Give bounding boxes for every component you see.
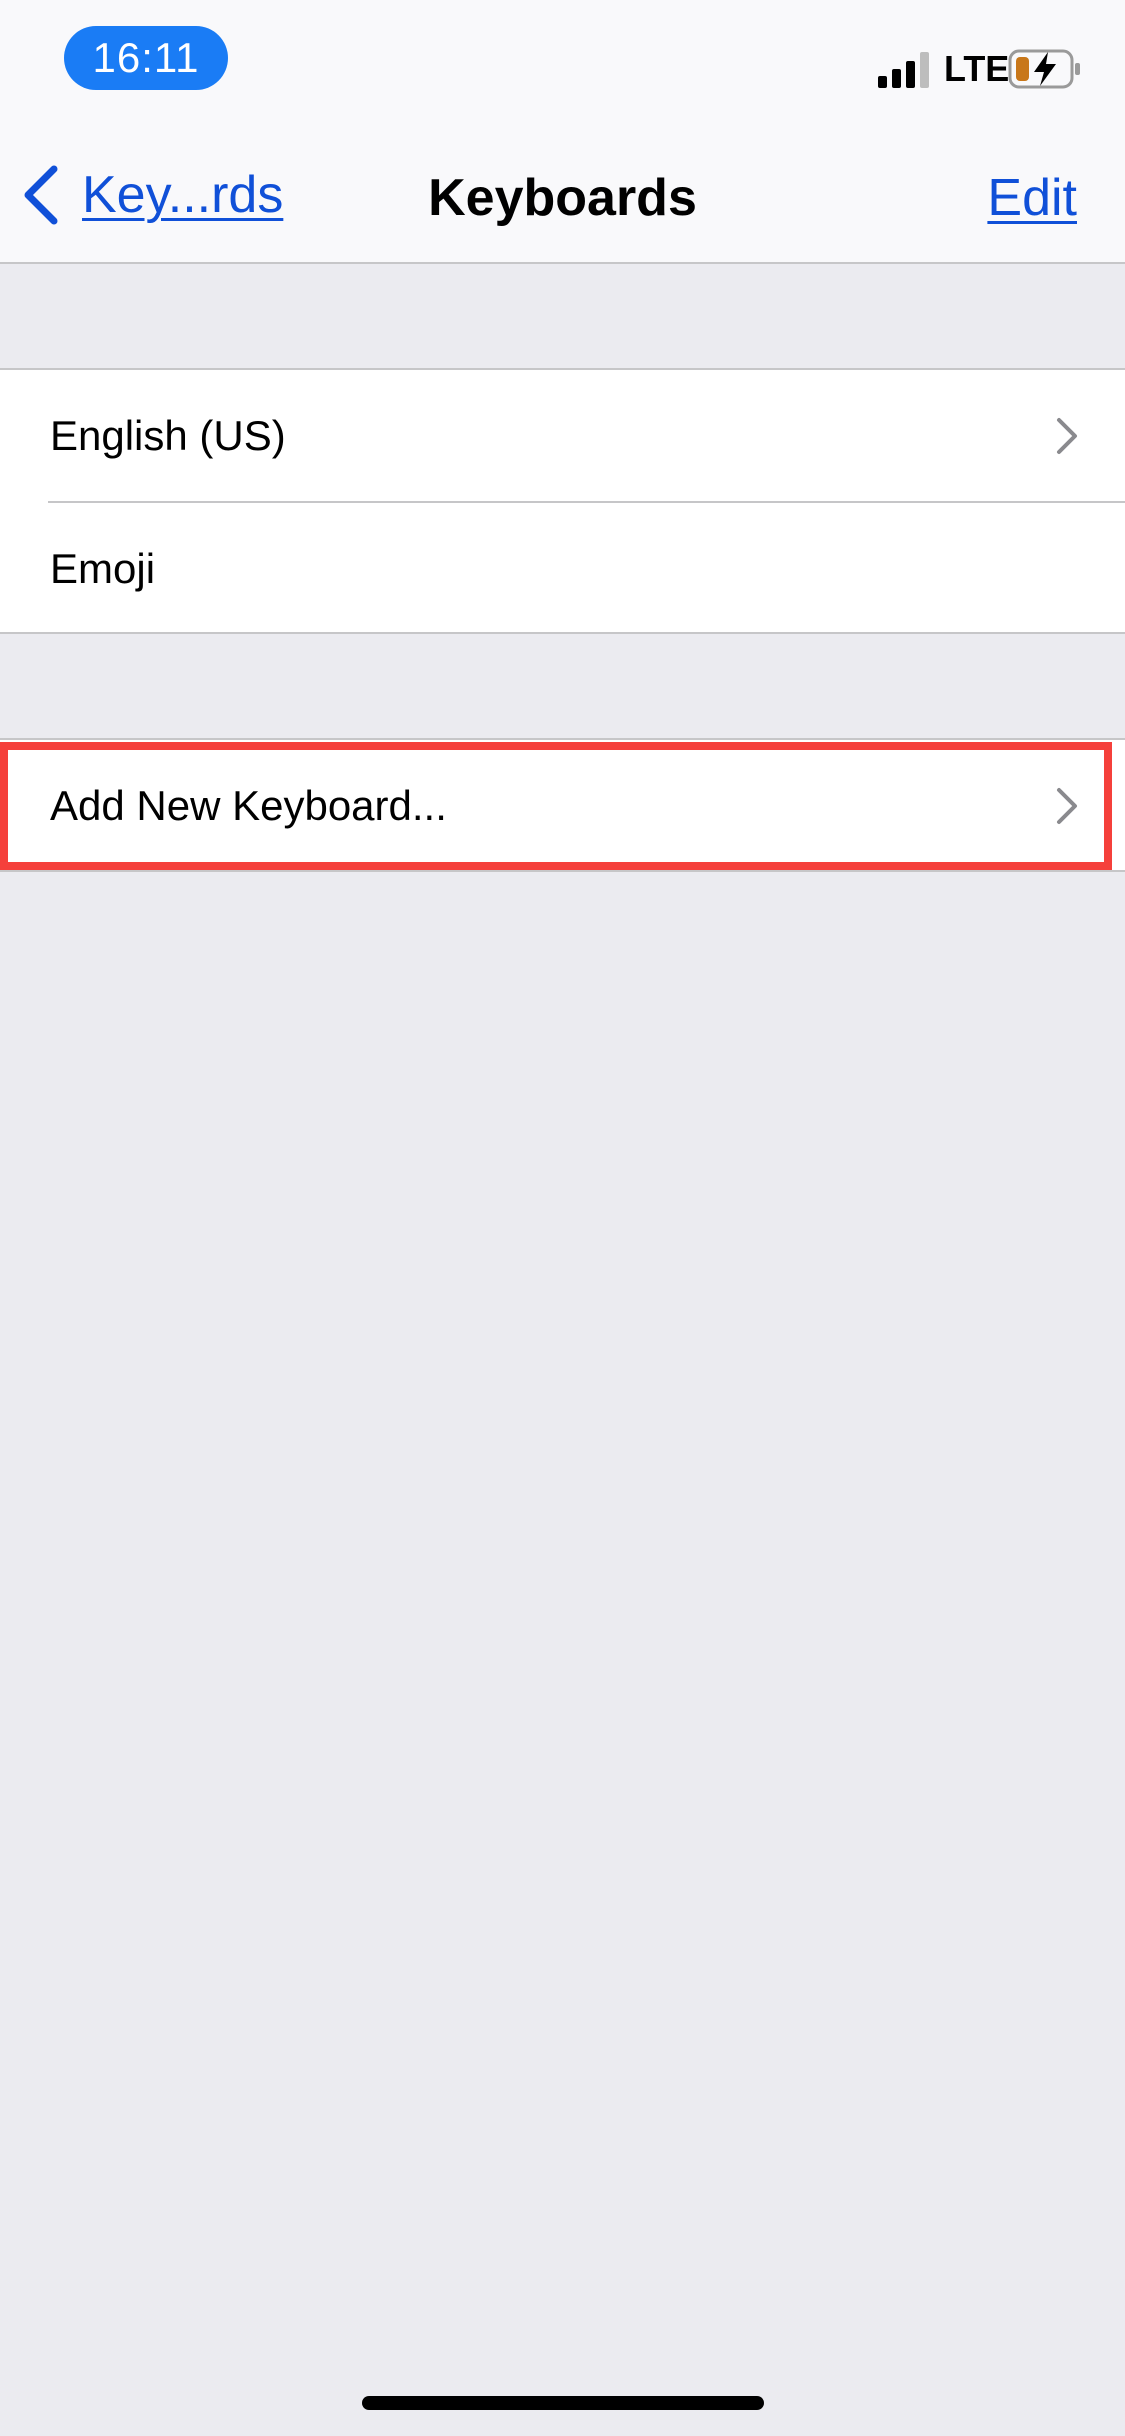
navigation-bar: Key...rds Keyboards Edit [0,130,1125,264]
edit-button[interactable]: Edit [987,168,1077,228]
keyboard-label: Emoji [50,544,156,592]
cellular-signal-icon [878,52,929,88]
add-keyboard-label: Add New Keyboard... [50,781,447,829]
status-time[interactable]: 16:11 [64,26,228,90]
battery-charging-icon [1008,49,1080,89]
home-indicator[interactable] [362,2396,764,2410]
keyboards-list: English (US) Emoji [0,368,1125,634]
keyboard-label: English (US) [50,411,286,459]
keyboard-row-emoji[interactable]: Emoji [0,503,1125,634]
network-type: LTE [944,48,1010,89]
chevron-right-icon [1057,787,1077,824]
add-keyboard-section: Add New Keyboard... [0,738,1125,872]
page-title: Keyboards [428,169,697,227]
status-bar: 16:11 LTE [0,0,1125,130]
chevron-right-icon [1057,417,1077,454]
add-new-keyboard-row[interactable]: Add New Keyboard... [0,740,1125,871]
keyboard-row-english[interactable]: English (US) [0,370,1125,501]
